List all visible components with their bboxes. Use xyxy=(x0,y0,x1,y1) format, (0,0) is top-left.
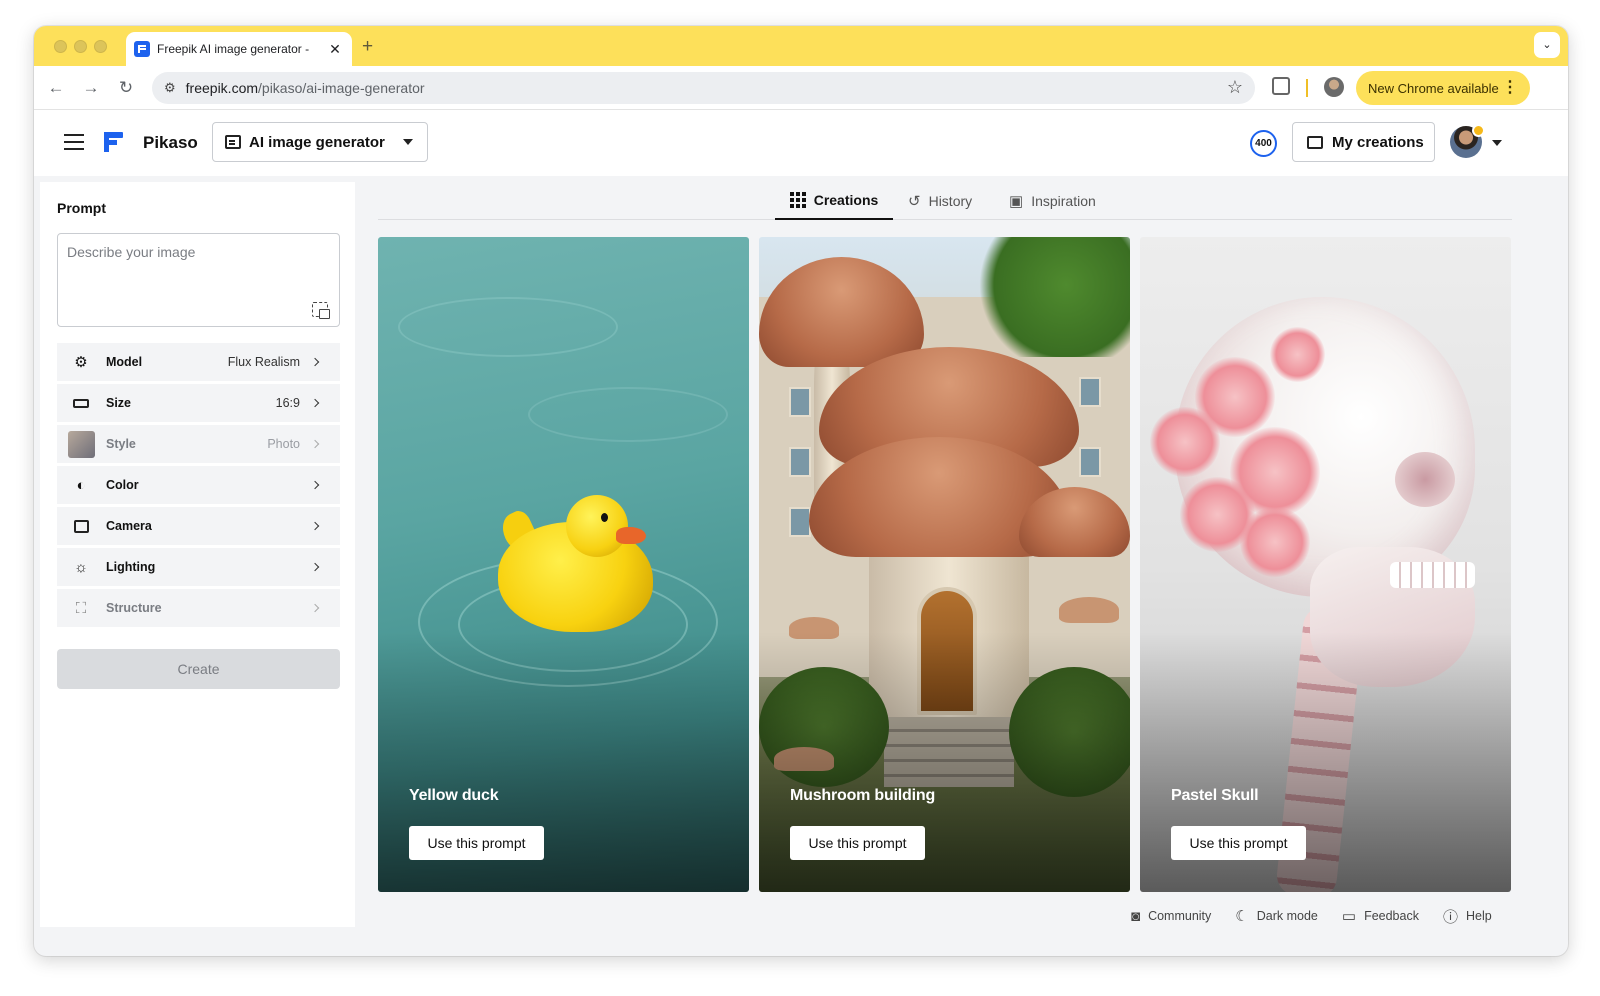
chevron-right-icon xyxy=(310,439,320,449)
grid-icon xyxy=(789,192,806,208)
folder-icon xyxy=(1307,135,1323,149)
prompt-input[interactable] xyxy=(67,244,330,304)
new-tab-button[interactable]: + xyxy=(362,36,373,58)
sun-icon: ☼ xyxy=(74,558,88,576)
bookmark-star-icon[interactable]: ☆ xyxy=(1227,77,1243,98)
option-lighting[interactable]: ☼ Lighting xyxy=(57,548,340,586)
my-creations-button[interactable]: My creations xyxy=(1292,122,1435,162)
tab-creations[interactable]: Creations xyxy=(775,182,893,220)
chevron-right-icon xyxy=(310,521,320,531)
tab-title: Freepik AI image generator - xyxy=(157,42,310,56)
chip-icon: ⚙ xyxy=(74,354,88,371)
minimize-window-button[interactable] xyxy=(74,40,87,53)
option-style[interactable]: Style Photo xyxy=(57,425,340,463)
camera-icon xyxy=(72,517,90,535)
toolbar-separator xyxy=(1306,79,1308,97)
inspiration-card[interactable]: Pastel Skull Use this prompt xyxy=(1140,237,1511,892)
tool-selector-dropdown[interactable]: AI image generator xyxy=(212,122,428,162)
tab-search-chevron-icon[interactable]: ⌄ xyxy=(1534,32,1560,58)
image-generator-icon xyxy=(225,135,241,149)
history-icon: ↺ xyxy=(908,193,921,210)
community-link[interactable]: ◙ Community xyxy=(1131,908,1211,925)
option-size[interactable]: Size 16:9 xyxy=(57,384,340,422)
freepik-logo-icon[interactable] xyxy=(104,132,123,152)
credits-badge[interactable]: 400 xyxy=(1250,130,1277,157)
close-window-button[interactable] xyxy=(54,40,67,53)
tab-strip: Freepik AI image generator - ✕ + ⌄ xyxy=(34,26,1568,66)
hamburger-menu-icon[interactable] xyxy=(64,134,84,150)
discord-icon: ◙ xyxy=(1131,907,1141,925)
settings-panel: Prompt ⚙ Model Flux Realism Size 16:9 St… xyxy=(40,182,355,927)
chrome-profile-avatar[interactable] xyxy=(1324,77,1344,97)
chevron-right-icon xyxy=(310,603,320,613)
dark-mode-toggle[interactable]: ☾ Dark mode xyxy=(1235,907,1318,925)
browser-window: Freepik AI image generator - ✕ + ⌄ ← → ↻… xyxy=(34,26,1568,956)
feedback-icon: ▭ xyxy=(1341,908,1357,925)
structure-icon: ⛶ xyxy=(75,599,87,617)
site-settings-icon[interactable]: ⚙ xyxy=(164,80,176,96)
card-title: Mushroom building xyxy=(790,787,936,804)
palette-icon: ◐ xyxy=(76,476,86,494)
brand-name[interactable]: Pikaso xyxy=(143,133,198,153)
chevron-right-icon xyxy=(310,562,320,572)
inspiration-card[interactable]: Yellow duck Use this prompt xyxy=(378,237,749,892)
option-camera[interactable]: Camera xyxy=(57,507,340,545)
back-arrow-icon[interactable]: ← xyxy=(44,76,68,100)
tab-history[interactable]: ↺ History xyxy=(908,182,972,220)
chrome-update-button[interactable]: New Chrome available ⋮ xyxy=(1356,71,1530,105)
maximize-window-button[interactable] xyxy=(94,40,107,53)
content-tabs: Creations ↺ History ▣ Inspiration xyxy=(378,182,1512,220)
option-structure[interactable]: ⛶ Structure xyxy=(57,589,340,627)
more-menu-icon[interactable]: ⋮ xyxy=(1502,77,1518,97)
image-reference-icon[interactable] xyxy=(312,302,330,319)
card-title: Pastel Skull xyxy=(1171,787,1259,804)
style-thumbnail xyxy=(68,430,95,458)
freepik-favicon-icon xyxy=(134,41,150,57)
browser-tab[interactable]: Freepik AI image generator - ✕ xyxy=(126,32,352,66)
chevron-right-icon xyxy=(310,398,320,408)
forward-arrow-icon[interactable]: → xyxy=(79,76,103,100)
aspect-ratio-icon xyxy=(72,394,90,412)
user-menu-caret-icon[interactable] xyxy=(1492,140,1502,146)
card-title: Yellow duck xyxy=(409,787,499,804)
feedback-link[interactable]: ▭ Feedback xyxy=(1342,907,1419,925)
prompt-field[interactable] xyxy=(57,233,340,327)
close-tab-icon[interactable]: ✕ xyxy=(326,41,344,58)
use-this-prompt-button[interactable]: Use this prompt xyxy=(409,826,544,860)
chevron-right-icon xyxy=(310,480,320,490)
inspiration-icon: ▣ xyxy=(1009,193,1024,210)
address-bar[interactable]: ⚙ freepik.com/pikaso/ai-image-generator … xyxy=(152,72,1255,104)
option-model[interactable]: ⚙ Model Flux Realism xyxy=(57,343,340,381)
use-this-prompt-button[interactable]: Use this prompt xyxy=(1171,826,1306,860)
caret-down-icon xyxy=(403,139,413,145)
prompt-label: Prompt xyxy=(57,200,106,216)
premium-crown-icon xyxy=(1472,124,1485,137)
chevron-right-icon xyxy=(310,357,320,367)
extensions-icon[interactable] xyxy=(1272,77,1290,95)
app-header: Pikaso AI image generator 400 My creatio… xyxy=(34,110,1568,176)
inspiration-card[interactable]: Mushroom building Use this prompt xyxy=(759,237,1130,892)
use-this-prompt-button[interactable]: Use this prompt xyxy=(790,826,925,860)
option-color[interactable]: ◐ Color xyxy=(57,466,340,504)
help-link[interactable]: ⓘ Help xyxy=(1443,906,1492,927)
footer-links: ◙ Community ☾ Dark mode ▭ Feedback ⓘ Help xyxy=(1131,906,1492,926)
moon-icon: ☾ xyxy=(1235,908,1249,925)
create-button[interactable]: Create xyxy=(57,649,340,689)
url-text[interactable]: freepik.com/pikaso/ai-image-generator xyxy=(186,80,425,96)
help-icon: ⓘ xyxy=(1442,908,1458,926)
tab-inspiration[interactable]: ▣ Inspiration xyxy=(1009,182,1096,220)
reload-icon[interactable]: ↻ xyxy=(114,76,138,100)
browser-toolbar: ← → ↻ ⚙ freepik.com/pikaso/ai-image-gene… xyxy=(34,66,1568,110)
